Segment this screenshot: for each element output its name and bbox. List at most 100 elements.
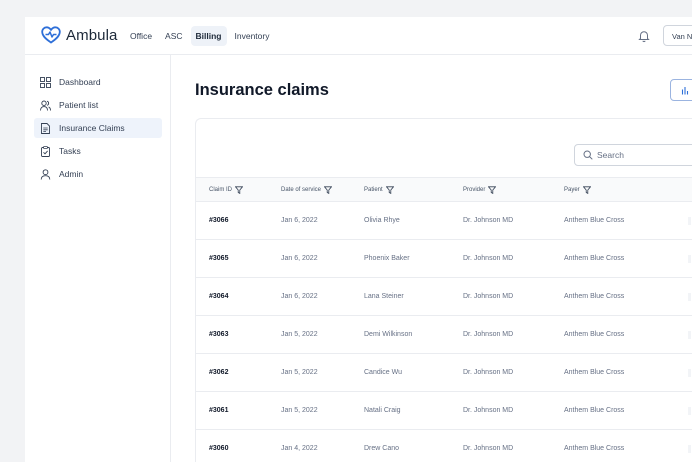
- search-box[interactable]: [574, 144, 692, 166]
- column-header-label: Date of service: [281, 187, 322, 193]
- sidebar-item-label: Patient list: [59, 100, 99, 110]
- cell-patient: Drew Cano: [364, 445, 400, 452]
- nav-billing[interactable]: Billing: [190, 26, 227, 46]
- cell-truncated: [688, 331, 691, 339]
- nav-asc[interactable]: ASC: [160, 26, 187, 46]
- cell-patient: Olivia Rhye: [364, 217, 400, 224]
- cell-patient: Demi Wilkinson: [364, 331, 413, 338]
- nav-office[interactable]: Office: [125, 26, 157, 46]
- search-input[interactable]: [597, 150, 692, 160]
- column-header-patient[interactable]: Patient: [364, 186, 394, 194]
- cell-patient: Lana Steiner: [364, 293, 404, 300]
- logo[interactable]: Ambula: [41, 26, 117, 44]
- main-content: Insurance claims Claim ID Date: [171, 55, 692, 462]
- user-icon: [40, 168, 51, 180]
- sidebar-item-dashboard[interactable]: Dashboard: [34, 72, 162, 92]
- filter-icon[interactable]: [385, 186, 394, 194]
- cell-date: Jan 6, 2022: [281, 217, 318, 224]
- cell-claim-id[interactable]: #3062: [209, 369, 228, 376]
- cell-truncated: [688, 255, 691, 263]
- cell-truncated: [688, 445, 691, 453]
- app-window: Ambula Office ASC Billing Inventory Van …: [25, 17, 692, 462]
- cell-provider: Dr. Johnson MD: [463, 407, 514, 414]
- filter-icon[interactable]: [488, 186, 497, 194]
- sidebar-item-patient-list[interactable]: Patient list: [34, 95, 162, 115]
- main-nav: Office ASC Billing Inventory: [125, 26, 277, 46]
- clipboard-check-icon: [41, 145, 50, 157]
- cell-truncated: [688, 217, 691, 225]
- cell-claim-id[interactable]: #3065: [209, 255, 228, 262]
- table-row[interactable]: #3063 Jan 5, 2022 Demi Wilkinson Dr. Joh…: [196, 316, 692, 354]
- cell-patient: Candice Wu: [364, 369, 403, 376]
- document-icon: [41, 122, 50, 134]
- cell-claim-id[interactable]: #3061: [209, 407, 228, 414]
- sidebar-item-insurance-claims[interactable]: Insurance Claims: [34, 118, 162, 138]
- cell-provider: Dr. Johnson MD: [463, 293, 514, 300]
- table-row[interactable]: #3064 Jan 6, 2022 Lana Steiner Dr. Johns…: [196, 278, 692, 316]
- sidebar-item-admin[interactable]: Admin: [34, 164, 162, 184]
- cell-payer: Anthem Blue Cross: [564, 331, 625, 338]
- cell-date: Jan 5, 2022: [281, 407, 318, 414]
- table-row[interactable]: #3065 Jan 6, 2022 Phoenix Baker Dr. John…: [196, 240, 692, 278]
- cell-patient: Natali Craig: [364, 407, 401, 414]
- grid-icon: [40, 76, 51, 88]
- cell-provider: Dr. Johnson MD: [463, 255, 514, 262]
- column-header-label: Provider: [463, 187, 486, 193]
- cell-claim-id[interactable]: #3060: [209, 445, 228, 452]
- cell-date: Jan 5, 2022: [281, 369, 318, 376]
- filter-icon[interactable]: [235, 186, 244, 194]
- cell-payer: Anthem Blue Cross: [564, 445, 625, 452]
- column-header-label: Patient: [364, 187, 383, 193]
- cell-date: Jan 5, 2022: [281, 331, 318, 338]
- search-icon: [583, 150, 593, 160]
- cell-truncated: [688, 369, 691, 377]
- cell-payer: Anthem Blue Cross: [564, 293, 625, 300]
- column-header-provider[interactable]: Provider: [463, 186, 497, 194]
- column-header-label: Claim ID: [209, 187, 233, 193]
- cell-provider: Dr. Johnson MD: [463, 217, 514, 224]
- filter-icon[interactable]: [324, 186, 333, 194]
- table-row[interactable]: #3066 Jan 6, 2022 Olivia Rhye Dr. Johnso…: [196, 202, 692, 240]
- cell-date: Jan 6, 2022: [281, 255, 318, 262]
- sidebar: Dashboard Patient list Insurance Claims: [25, 55, 171, 462]
- table-row[interactable]: #3060 Jan 4, 2022 Drew Cano Dr. Johnson …: [196, 430, 692, 462]
- bell-icon[interactable]: [637, 29, 651, 43]
- cell-claim-id[interactable]: #3064: [209, 293, 228, 300]
- user-menu-button[interactable]: Van N: [663, 25, 692, 46]
- top-navbar: Ambula Office ASC Billing Inventory Van …: [25, 17, 692, 55]
- sidebar-item-label: Tasks: [59, 146, 81, 156]
- heart-pulse-icon: [41, 26, 61, 44]
- cell-payer: Anthem Blue Cross: [564, 407, 625, 414]
- cell-claim-id[interactable]: #3066: [209, 217, 228, 224]
- app-name: Ambula: [66, 26, 118, 44]
- cell-provider: Dr. Johnson MD: [463, 331, 514, 338]
- sidebar-item-label: Dashboard: [59, 77, 101, 87]
- users-icon: [40, 100, 51, 111]
- sidebar-item-label: Admin: [59, 169, 84, 179]
- column-header-payer[interactable]: Payer: [564, 186, 591, 194]
- page-title: Insurance claims: [195, 81, 329, 99]
- table-header: Claim ID Date of service Patient Provide…: [196, 177, 692, 202]
- filter-icon[interactable]: [582, 186, 591, 194]
- cell-claim-id[interactable]: #3063: [209, 331, 228, 338]
- column-header-label: Payer: [564, 187, 580, 193]
- column-header-date-of-service[interactable]: Date of service: [281, 186, 333, 194]
- claims-table-card: Claim ID Date of service Patient Provide…: [195, 118, 692, 462]
- cell-payer: Anthem Blue Cross: [564, 255, 625, 262]
- table-row[interactable]: #3061 Jan 5, 2022 Natali Craig Dr. Johns…: [196, 392, 692, 430]
- bar-chart-icon: [681, 87, 689, 95]
- nav-inventory[interactable]: Inventory: [230, 26, 275, 46]
- cell-provider: Dr. Johnson MD: [463, 445, 514, 452]
- cell-date: Jan 4, 2022: [281, 445, 318, 452]
- cell-date: Jan 6, 2022: [281, 293, 318, 300]
- cell-payer: Anthem Blue Cross: [564, 217, 625, 224]
- cell-patient: Phoenix Baker: [364, 255, 410, 262]
- chart-view-button[interactable]: [670, 79, 692, 101]
- sidebar-item-label: Insurance Claims: [59, 123, 125, 133]
- column-header-claim-id[interactable]: Claim ID: [209, 186, 244, 194]
- table-row[interactable]: #3062 Jan 5, 2022 Candice Wu Dr. Johnson…: [196, 354, 692, 392]
- cell-provider: Dr. Johnson MD: [463, 369, 514, 376]
- sidebar-item-tasks[interactable]: Tasks: [34, 141, 162, 161]
- cell-truncated: [688, 407, 691, 415]
- cell-truncated: [688, 293, 691, 301]
